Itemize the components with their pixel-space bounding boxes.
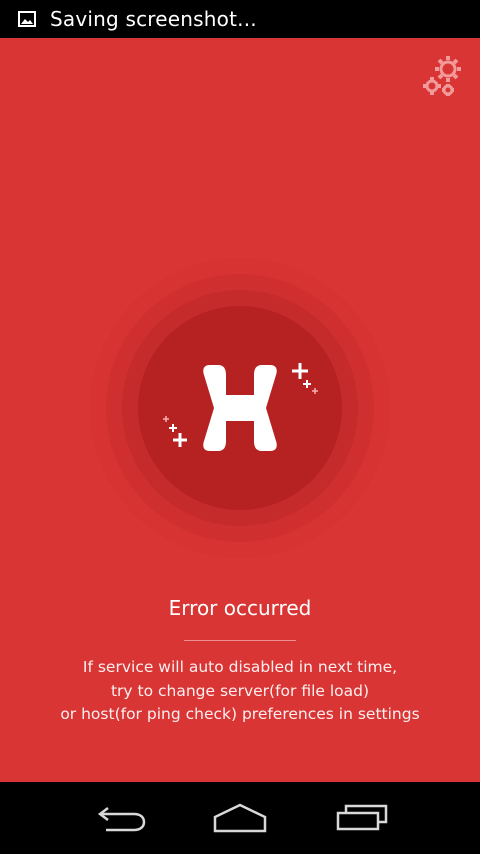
main-screen: Error occurred If service will auto disa… [0,38,480,782]
recents-button[interactable] [330,800,394,836]
status-bar: Saving screenshot... [0,0,480,38]
navigation-bar [0,782,480,854]
home-icon [213,803,267,833]
error-title: Error occurred [168,596,312,620]
gears-icon[interactable] [418,52,466,100]
home-button[interactable] [208,800,272,836]
message-line: If service will auto disabled in next ti… [82,658,398,676]
back-icon [97,807,146,832]
message-line: or host(for ping check) preferences in s… [60,705,420,723]
status-text: Saving screenshot... [50,7,257,31]
recents-icon [336,804,388,831]
sparkle-left-icon [163,416,187,447]
sparkle-right-icon [292,363,318,394]
message-line: try to change server(for file load) [110,681,370,700]
error-message: If service will auto disabled in next ti… [20,656,460,727]
back-button[interactable] [88,800,152,836]
image-icon [18,11,36,27]
h-logo-icon [203,365,277,451]
divider [184,640,296,641]
